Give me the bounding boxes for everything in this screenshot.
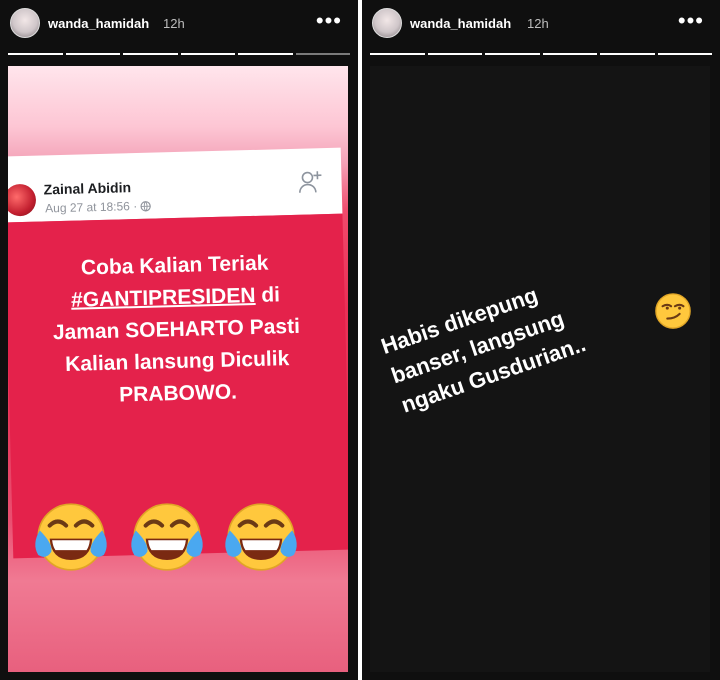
post-date: Aug 27 at 18:56 · [45,199,151,215]
progress-segment [427,53,482,55]
post-author-name: Zainal Abidin [43,179,132,198]
story-image: Zainal Abidin Aug 27 at 18:56 · Coba Kal… [8,66,348,672]
add-friend-icon [299,171,322,193]
progress-segment [600,53,655,55]
story-progress-bar [370,53,712,56]
progress-segment [295,53,350,55]
story-text: Habis dikepung banser, langsung ngaku Gu… [377,245,663,421]
more-options-icon[interactable]: ••• [678,10,704,32]
globe-icon [140,201,151,212]
face-with-tears-of-joy-icon [225,503,297,571]
timestamp: 12h [527,16,549,31]
progress-segment [8,53,63,55]
story-panel-right[interactable]: wanda_hamidah 12h ••• Habis dikepung ban… [362,0,720,680]
smirking-face-icon [655,293,691,329]
post-header: Zainal Abidin Aug 27 at 18:56 · [8,147,343,223]
progress-segment [123,53,178,55]
emoji-row [8,496,348,596]
progress-segment [65,53,120,55]
avatar[interactable] [372,8,402,38]
face-with-tears-of-joy-icon [131,503,203,571]
username[interactable]: wanda_hamidah [410,16,511,31]
story-image: Habis dikepung banser, langsung ngaku Gu… [370,66,710,672]
progress-segment [238,53,293,55]
progress-segment [370,53,425,55]
username[interactable]: wanda_hamidah [48,16,149,31]
story-progress-bar [8,53,350,56]
progress-segment [542,53,597,55]
progress-segment [485,53,540,55]
post-text: Coba Kalian Teriak #GANTIPRESIDEN di Jam… [8,246,347,415]
progress-segment [657,53,712,55]
post-author-avatar [8,183,37,217]
face-with-tears-of-joy-icon [35,503,107,571]
story-header: wanda_hamidah 12h ••• [362,0,720,50]
progress-segment [180,53,235,55]
more-options-icon[interactable]: ••• [316,10,342,32]
avatar[interactable] [10,8,40,38]
story-header: wanda_hamidah 12h ••• [0,0,358,50]
hashtag: #GANTIPRESIDEN [70,283,256,312]
timestamp: 12h [163,16,185,31]
story-panel-left[interactable]: wanda_hamidah 12h ••• Zainal Abidin Aug … [0,0,358,680]
